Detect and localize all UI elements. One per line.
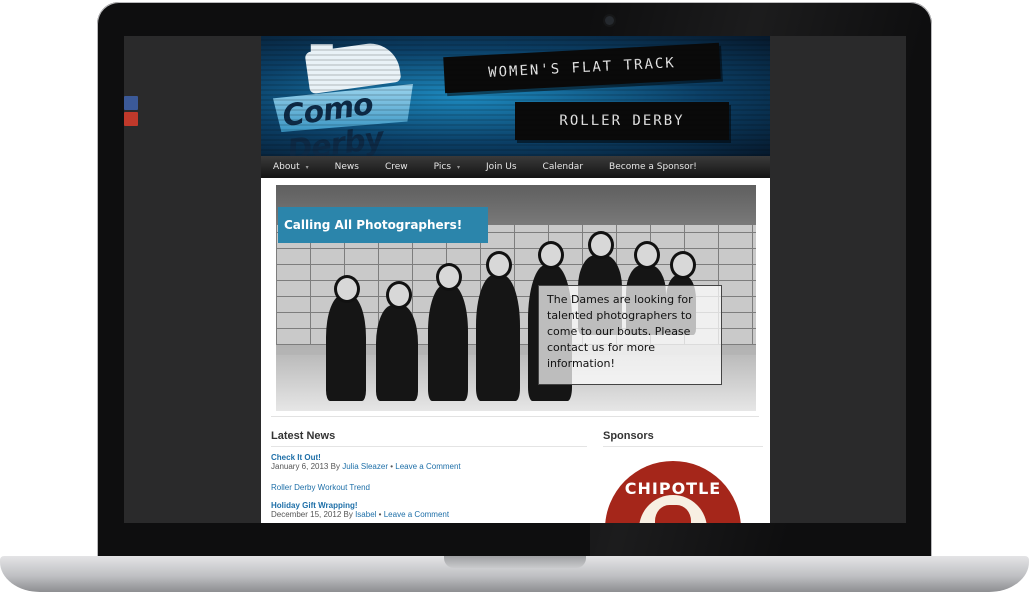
chevron-down-icon: ▾	[457, 164, 461, 171]
laptop-notch	[444, 556, 586, 568]
slide-caption: The Dames are looking for talented photo…	[538, 285, 722, 385]
nav-item-label: Calendar	[542, 162, 584, 172]
post-date: December 15, 2012	[271, 510, 342, 519]
sponsors-panel: Sponsors CHIPOTLE	[603, 430, 763, 523]
news-post: Holiday Gift Wrapping! December 15, 2012…	[271, 501, 587, 519]
banner-line-1: WOMEN'S FLAT TRACK	[443, 42, 721, 94]
nav-item-become-a-sponsor[interactable]: Become a Sponsor!	[609, 162, 697, 172]
post-title-link[interactable]: Check It Out!	[271, 453, 587, 462]
featured-slider[interactable]: Calling All Photographers! The Dames are…	[276, 185, 756, 411]
logo-mark	[273, 84, 413, 132]
post-author-link[interactable]: Isabel	[355, 510, 376, 519]
leave-comment-link[interactable]: Leave a Comment	[395, 462, 460, 471]
nav-item-about[interactable]: About ▾	[273, 162, 309, 172]
main-nav: About ▾ News Crew Pics ▾ Join Us Calendar Become…	[261, 156, 770, 178]
nav-item-news[interactable]: News	[335, 162, 359, 172]
nav-item-label: Become a Sponsor!	[609, 162, 697, 172]
nav-item-crew[interactable]: Crew	[385, 162, 408, 172]
site-logo[interactable]: Como Derby Dames	[267, 39, 417, 156]
skate-icon	[304, 39, 402, 95]
nav-item-label: About	[273, 162, 300, 172]
sponsors-heading: Sponsors	[603, 430, 763, 447]
post-title-link[interactable]: Holiday Gift Wrapping!	[271, 501, 587, 510]
slide-title[interactable]: Calling All Photographers!	[278, 207, 488, 243]
nav-item-label: Join Us	[486, 162, 517, 172]
web-page: Como Derby Dames WOMEN'S FLAT TRACK ROLL…	[261, 36, 770, 523]
nav-item-label: Pics	[433, 162, 452, 172]
banner-line-2: ROLLER DERBY	[515, 102, 729, 140]
nav-item-label: News	[334, 162, 359, 172]
content-divider	[271, 416, 759, 417]
post-date: January 6, 2013	[271, 462, 329, 471]
site-header: Como Derby Dames WOMEN'S FLAT TRACK ROLL…	[261, 36, 770, 156]
chipotle-logo[interactable]: CHIPOTLE	[605, 461, 741, 523]
post-by: By	[343, 510, 353, 519]
chevron-down-icon: ▾	[305, 164, 309, 171]
post-meta: December 15, 2012 By Isabel • Leave a Co…	[271, 510, 587, 519]
latest-news-heading: Latest News	[271, 430, 587, 447]
nav-item-calendar[interactable]: Calendar	[543, 162, 583, 172]
nav-item-label: Crew	[384, 162, 408, 172]
post-meta-separator: •	[390, 462, 394, 471]
social-icons	[124, 96, 140, 128]
latest-news: Latest News Check It Out! January 6, 201…	[271, 430, 587, 523]
post-meta-separator: •	[378, 510, 382, 519]
news-post: Check It Out! January 6, 2013 By Julia S…	[271, 453, 587, 492]
post-author-link[interactable]: Julia Sleazer	[342, 462, 388, 471]
nav-item-join-us[interactable]: Join Us	[486, 162, 517, 172]
post-link[interactable]: Roller Derby Workout Trend	[271, 483, 587, 492]
post-meta: January 6, 2013 By Julia Sleazer • Leave…	[271, 462, 587, 471]
leave-comment-link[interactable]: Leave a Comment	[384, 510, 449, 519]
post-by: By	[330, 462, 340, 471]
camera-icon	[605, 16, 614, 25]
pepper-icon	[655, 505, 691, 523]
logo-text: Como Derby Dames	[280, 86, 403, 156]
facebook-icon[interactable]	[124, 96, 138, 110]
nav-item-pics[interactable]: Pics ▾	[434, 162, 460, 172]
youtube-icon[interactable]	[124, 112, 138, 126]
laptop-screen: Como Derby Dames WOMEN'S FLAT TRACK ROLL…	[124, 36, 906, 523]
